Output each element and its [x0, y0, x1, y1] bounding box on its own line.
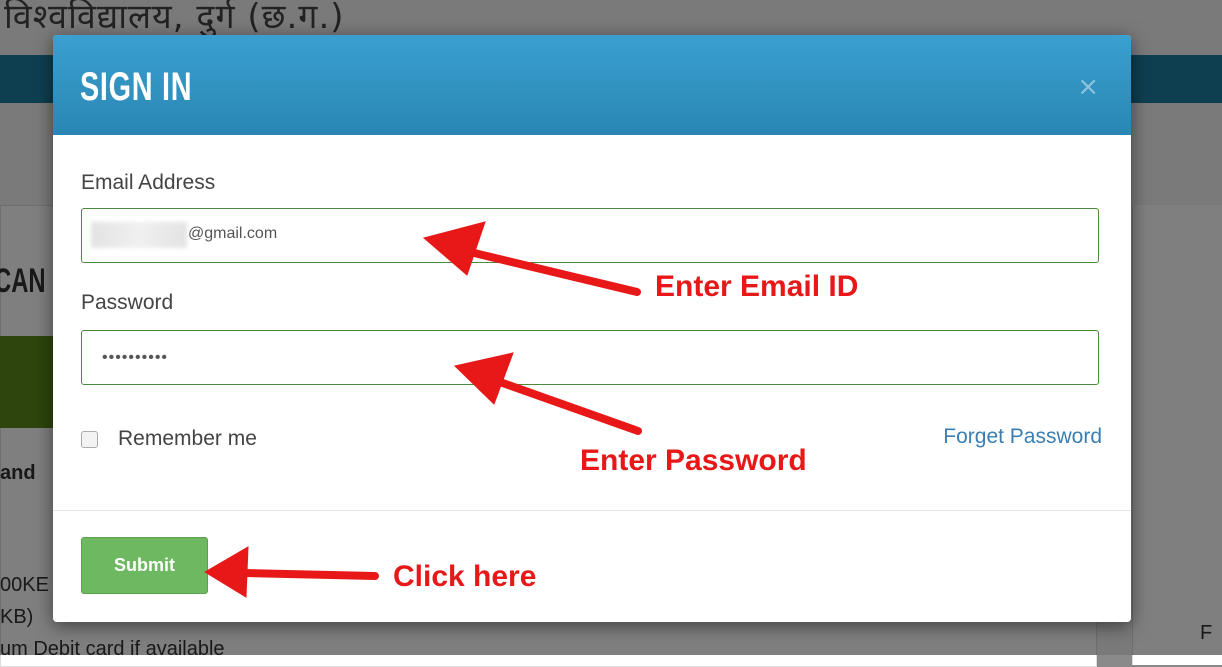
modal-footer: Submit — [53, 510, 1131, 622]
remember-me[interactable]: Remember me — [81, 427, 257, 451]
annotation-password: Enter Password — [580, 444, 807, 477]
annotation-submit: Click here — [393, 560, 537, 593]
sign-in-modal: SIGN IN × Email Address @gmail.com Passw… — [53, 35, 1131, 622]
modal-title: SIGN IN — [80, 65, 193, 109]
email-label: Email Address — [81, 171, 216, 194]
password-label: Password — [81, 291, 174, 314]
close-icon[interactable]: × — [1071, 71, 1105, 103]
password-field[interactable] — [81, 330, 1099, 385]
email-value: @gmail.com — [188, 225, 278, 242]
submit-button[interactable]: Submit — [81, 537, 208, 594]
modal-header: SIGN IN × — [53, 35, 1131, 135]
forget-password-link[interactable]: Forget Password — [943, 425, 1102, 449]
remember-label: Remember me — [118, 427, 257, 450]
remember-checkbox[interactable] — [81, 430, 98, 448]
annotation-email: Enter Email ID — [655, 270, 859, 303]
